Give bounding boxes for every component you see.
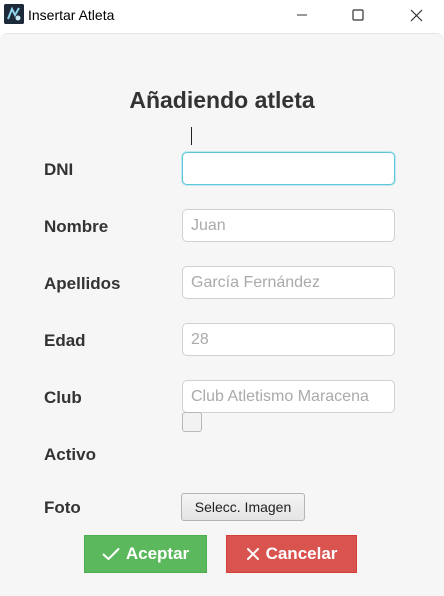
select-image-button[interactable]: Selecc. Imagen <box>181 493 305 521</box>
x-icon <box>246 547 260 561</box>
maximize-button[interactable] <box>330 0 386 30</box>
window: Insertar Atleta Añadiendo atleta DNI Nom… <box>0 0 444 596</box>
nombre-field[interactable] <box>182 209 395 242</box>
apellidos-field[interactable] <box>182 266 395 299</box>
club-field[interactable] <box>182 380 395 413</box>
nombre-label: Nombre <box>44 217 109 236</box>
accept-label: Aceptar <box>125 544 190 563</box>
minimize-button[interactable] <box>274 0 330 30</box>
title-bar[interactable]: Insertar Atleta <box>0 0 444 30</box>
window-title: Insertar Atleta <box>28 7 115 23</box>
cancel-button[interactable]: Cancelar <box>226 535 357 573</box>
edad-label: Edad <box>44 331 86 350</box>
foto-label: Foto <box>44 498 81 517</box>
minimize-icon <box>297 14 307 16</box>
close-icon <box>410 9 422 21</box>
check-icon <box>102 547 120 561</box>
app-logo-icon <box>4 4 24 24</box>
maximize-icon <box>352 9 364 21</box>
activo-label: Activo <box>44 445 96 464</box>
dni-label: DNI <box>44 160 74 179</box>
text-caret <box>191 127 192 145</box>
club-label: Club <box>44 388 82 407</box>
page-title: Añadiendo atleta <box>129 87 315 113</box>
apellidos-label: Apellidos <box>44 274 121 293</box>
activo-checkbox[interactable] <box>182 412 202 432</box>
dni-field[interactable] <box>182 152 395 185</box>
edad-field[interactable] <box>182 323 395 356</box>
cancel-label: Cancelar <box>265 544 338 563</box>
accept-button[interactable]: Aceptar <box>84 535 207 573</box>
close-button[interactable] <box>388 0 444 30</box>
